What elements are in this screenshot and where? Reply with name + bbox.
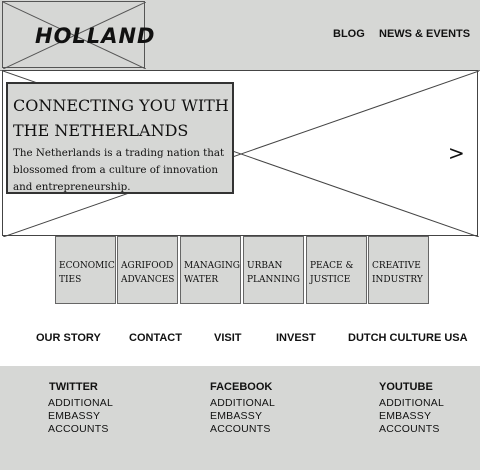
nav-invest[interactable]: INVEST (276, 332, 316, 344)
footer-link-twitter-accounts[interactable]: ADDITIONAL EMBASSY ACCOUNTS (48, 397, 113, 436)
footer-heading-twitter: TWITTER (49, 381, 98, 393)
footer-link-line: ACCOUNTS (379, 423, 440, 435)
tile-label: AGRIFOOD ADVANCES (121, 261, 175, 285)
footer-heading-facebook: FACEBOOK (210, 381, 273, 393)
footer-link-line: EMBASSY (210, 410, 263, 422)
footer-link-line: ADDITIONAL (210, 397, 276, 409)
footer-link-youtube-accounts[interactable]: ADDITIONAL EMBASSY ACCOUNTS (379, 397, 444, 436)
nav-our-story[interactable]: OUR STORY (36, 332, 101, 344)
hero-title-line: THE NETHERLANDS (13, 121, 189, 140)
hero-title: CONNECTING YOU WITH THE NETHERLANDS (13, 93, 235, 143)
footer-link-line: ACCOUNTS (210, 423, 271, 435)
tile-label: CREATIVE INDUSTRY (372, 261, 423, 285)
tile-creative-industry[interactable]: CREATIVE INDUSTRY (368, 236, 429, 304)
footer-link-line: EMBASSY (379, 410, 432, 422)
tile-label: MANAGING WATER (184, 261, 240, 285)
tile-label: URBAN PLANNING (247, 261, 300, 285)
nav-dutch-culture-usa[interactable]: DUTCH CULTURE USA (348, 332, 468, 344)
nav-contact[interactable]: CONTACT (129, 332, 182, 344)
hero-description-line: blossomed from a culture of innovation (13, 164, 218, 176)
hero-description-line: The Netherlands is a trading nation that (13, 147, 225, 159)
footer-link-facebook-accounts[interactable]: ADDITIONAL EMBASSY ACCOUNTS (210, 397, 275, 436)
tile-label: ECONOMIC TIES (59, 261, 115, 285)
logo[interactable]: HOLLAND (2, 1, 154, 69)
hero-description: The Netherlands is a trading nation that… (13, 145, 235, 196)
tile-managing-water[interactable]: MANAGING WATER (180, 236, 241, 304)
footer-heading-youtube: YOUTUBE (379, 381, 433, 393)
footer-link-line: ACCOUNTS (48, 423, 109, 435)
logo-text: HOLLAND (35, 24, 156, 48)
tile-label: PEACE & JUSTICE (310, 261, 354, 285)
hero-title-line: CONNECTING YOU WITH (13, 96, 229, 115)
tile-peace-justice[interactable]: PEACE & JUSTICE (306, 236, 367, 304)
footer-link-line: ADDITIONAL (379, 397, 445, 409)
footer-link-line: EMBASSY (48, 410, 101, 422)
nav-visit[interactable]: VISIT (214, 332, 242, 344)
tile-urban-planning[interactable]: URBAN PLANNING (243, 236, 304, 304)
nav-blog[interactable]: BLOG (333, 28, 365, 40)
hero-caption-card: CONNECTING YOU WITH THE NETHERLANDS The … (6, 82, 234, 194)
tile-agrifood-advances[interactable]: AGRIFOOD ADVANCES (117, 236, 178, 304)
hero-description-line: and entrepreneurship. (13, 181, 131, 193)
next-slide-arrow-icon[interactable]: > (448, 141, 465, 165)
nav-news-events[interactable]: NEWS & EVENTS (379, 28, 470, 40)
tile-economic-ties[interactable]: ECONOMIC TIES (55, 236, 116, 304)
footer-link-line: ADDITIONAL (48, 397, 114, 409)
